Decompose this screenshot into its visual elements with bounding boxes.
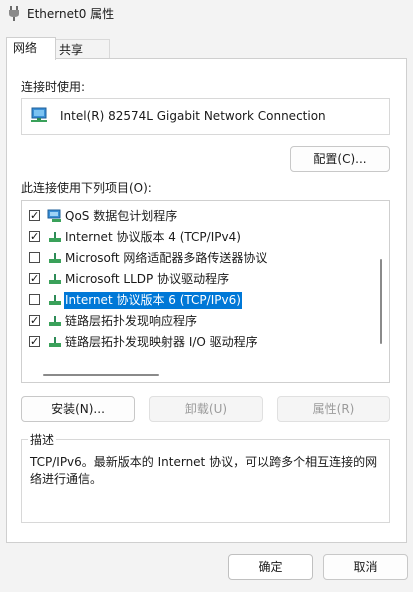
item-label: 链路层拓扑发现映射器 I/O 驱动程序 bbox=[65, 335, 258, 349]
qos-scheduler-icon bbox=[47, 209, 61, 222]
vertical-scrollbar[interactable] bbox=[380, 259, 382, 344]
item-checkbox[interactable]: ✓ bbox=[29, 210, 40, 221]
horizontal-scrollbar[interactable] bbox=[43, 374, 159, 376]
item-label: Microsoft LLDP 协议驱动程序 bbox=[65, 272, 230, 286]
tab-panel: 连接时使用: Intel(R) 82574L Gigabit Network C… bbox=[6, 58, 407, 543]
adapter-box: Intel(R) 82574L Gigabit Network Connecti… bbox=[21, 98, 390, 135]
network-protocol-icon bbox=[49, 232, 61, 242]
install-button[interactable]: 安装(N)... bbox=[21, 396, 135, 422]
ok-button[interactable]: 确定 bbox=[228, 554, 313, 580]
configure-button[interactable]: 配置(C)... bbox=[290, 146, 390, 172]
item-checkbox[interactable]: ✓ bbox=[29, 273, 40, 284]
item-checkbox[interactable]: ✓ bbox=[29, 231, 40, 242]
connect-using-label: 连接时使用: bbox=[21, 80, 86, 94]
item-checkbox[interactable]: ✓ bbox=[29, 315, 40, 326]
item-label: Internet 协议版本 6 (TCP/IPv6) bbox=[64, 292, 242, 309]
list-item-selected[interactable]: Internet 协议版本 6 (TCP/IPv6) bbox=[22, 290, 372, 311]
cancel-button[interactable]: 取消 bbox=[323, 554, 408, 580]
title-bar: Ethernet0 属性 bbox=[0, 0, 413, 26]
item-checkbox[interactable]: ✓ bbox=[29, 336, 40, 347]
network-card-icon bbox=[31, 107, 47, 122]
window-title: Ethernet0 属性 bbox=[27, 7, 115, 21]
list-item[interactable]: ✓ Internet 协议版本 4 (TCP/IPv4) bbox=[22, 227, 372, 248]
network-protocol-icon bbox=[49, 316, 61, 326]
tab-sharing[interactable]: 共享 bbox=[52, 39, 110, 59]
list-item[interactable]: Microsoft 网络适配器多路传送器协议 bbox=[22, 248, 372, 269]
list-item[interactable]: ✓ 链路层拓扑发现映射器 I/O 驱动程序 bbox=[22, 332, 372, 353]
network-protocol-icon bbox=[49, 337, 61, 347]
uninstall-button[interactable]: 卸载(U) bbox=[149, 396, 263, 422]
list-item[interactable]: ✓ Microsoft LLDP 协议驱动程序 bbox=[22, 269, 372, 290]
tab-network[interactable]: 网络 bbox=[6, 37, 56, 60]
network-protocol-icon bbox=[49, 274, 61, 284]
network-adapter-icon bbox=[9, 6, 19, 21]
list-item[interactable]: ✓ QoS 数据包计划程序 bbox=[22, 206, 372, 227]
item-label: QoS 数据包计划程序 bbox=[65, 209, 178, 223]
item-label: Internet 协议版本 4 (TCP/IPv4) bbox=[65, 230, 241, 244]
item-checkbox[interactable] bbox=[29, 252, 40, 263]
network-protocol-icon bbox=[49, 295, 61, 305]
components-list[interactable]: ✓ QoS 数据包计划程序 ✓ Internet 协议版本 4 (TCP/IPv… bbox=[21, 200, 390, 383]
item-checkbox[interactable] bbox=[29, 294, 40, 305]
list-item[interactable]: ✓ 链路层拓扑发现响应程序 bbox=[22, 311, 372, 332]
description-text: TCP/IPv6。最新版本的 Internet 协议，可以跨多个相互连接的网络进… bbox=[30, 455, 378, 486]
network-protocol-icon bbox=[49, 253, 61, 263]
description-group: 描述 TCP/IPv6。最新版本的 Internet 协议，可以跨多个相互连接的… bbox=[21, 431, 390, 523]
adapter-name: Intel(R) 82574L Gigabit Network Connecti… bbox=[60, 109, 326, 123]
item-label: 链路层拓扑发现响应程序 bbox=[65, 314, 198, 328]
item-label: Microsoft 网络适配器多路传送器协议 bbox=[65, 251, 268, 265]
properties-button[interactable]: 属性(R) bbox=[277, 396, 390, 422]
description-title: 描述 bbox=[28, 431, 57, 448]
items-list-label: 此连接使用下列项目(O): bbox=[21, 181, 152, 195]
